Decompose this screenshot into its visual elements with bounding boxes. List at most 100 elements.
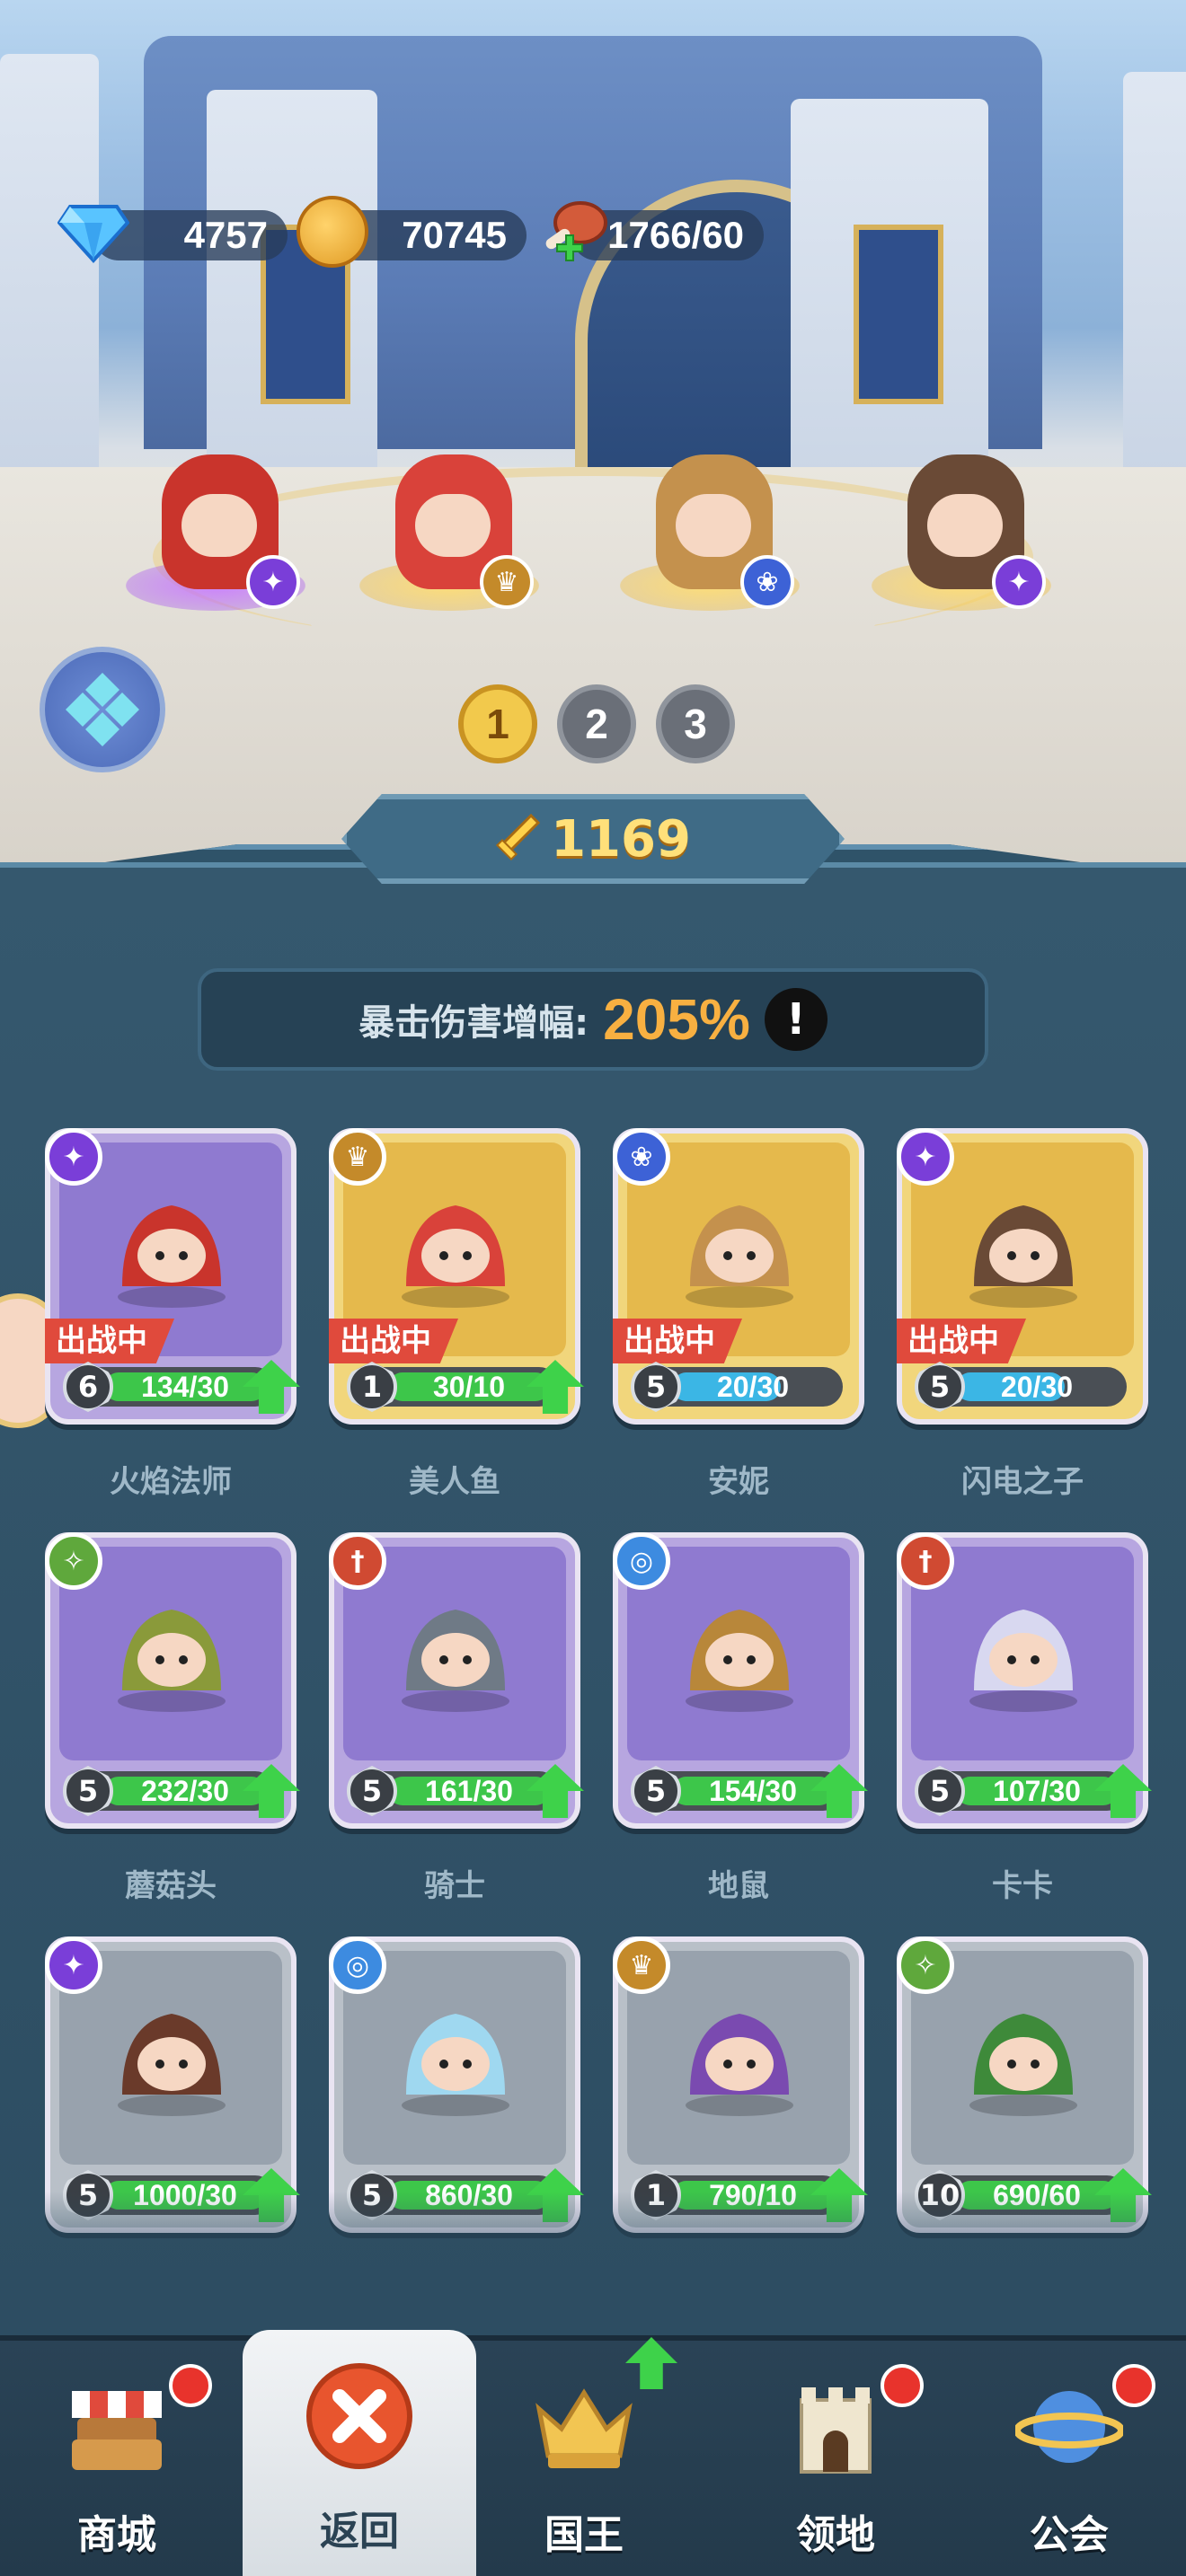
hero-portrait	[104, 1583, 239, 1717]
hero-card[interactable]: ✦51000/30	[45, 1936, 300, 2233]
magic-class-icon: ✦	[897, 1128, 954, 1186]
hero-card[interactable]: ✦ 出战中 6 134/30	[45, 1128, 300, 1425]
in-battle-tag: 出战中	[329, 1319, 458, 1363]
gem-counter[interactable]: 4757	[58, 205, 288, 263]
hero-portrait	[956, 1987, 1091, 2122]
nav-king[interactable]: 国王	[467, 2337, 701, 2576]
gold-counter[interactable]: 70745	[296, 196, 527, 268]
in-battle-tag: 出战中	[45, 1319, 174, 1363]
shard-progress-text: 154/30	[709, 1775, 797, 1807]
nav-label: 领地	[796, 2512, 875, 2558]
hero-level: 5	[63, 1766, 113, 1816]
hero-card[interactable]: ✧ 5 232/30	[45, 1532, 300, 1829]
planet-icon	[1015, 2391, 1123, 2463]
stat-label: 暴击伤害增幅:	[358, 1002, 589, 1044]
team-power-banner: 1169	[341, 794, 845, 884]
hero-name: 蘑菇头	[125, 1868, 217, 1904]
stamina-counter[interactable]: 1766/60	[535, 201, 764, 262]
nav-label: 国王	[544, 2512, 624, 2558]
support-class-icon: ♛	[613, 1936, 670, 1994]
nav-label: 公会	[1030, 2512, 1109, 2558]
hero-name: 卡卡	[992, 1868, 1053, 1904]
hero-portrait	[388, 1583, 523, 1717]
support-class-icon: ♛	[480, 555, 534, 609]
hero-face	[181, 494, 257, 557]
hero-name: 地鼠	[708, 1868, 769, 1904]
bottom-navigation: 商城 返回 国王 领地 公会	[0, 2330, 1186, 2576]
hero-card[interactable]: ♛ 出战中 1 30/10	[329, 1128, 584, 1425]
hero-card[interactable]: † 5 161/30	[329, 1532, 584, 1829]
hero-card[interactable]: ✦ 出战中 5 20/30	[897, 1128, 1148, 1425]
hero-portrait	[956, 1178, 1091, 1313]
hero-portrait	[672, 1583, 807, 1717]
close-icon	[306, 2363, 412, 2469]
hero-card[interactable]: † 5 107/30	[897, 1532, 1152, 1829]
hero-level: 5	[631, 1362, 681, 1412]
warrior-class-icon: †	[329, 1532, 386, 1590]
nav-back[interactable]: 返回	[243, 2330, 476, 2576]
team-tab-1[interactable]: 1	[458, 684, 537, 763]
hero-card[interactable]: ❀ 出战中 5 20/30	[613, 1128, 864, 1425]
hero-name: 闪电之子	[961, 1464, 1084, 1500]
hero-name: 骑士	[424, 1868, 485, 1904]
hero-name: 火焰法师	[110, 1464, 232, 1500]
nav-territory[interactable]: 领地	[719, 2341, 952, 2576]
shop-icon	[72, 2391, 162, 2470]
lineup-slot-1[interactable]: ✦	[126, 395, 305, 611]
magic-class-icon: ✦	[45, 1128, 102, 1186]
team-tab-2[interactable]: 2	[557, 684, 636, 763]
nav-guild[interactable]: 公会	[952, 2341, 1186, 2576]
lineup-slot-4[interactable]: ✦	[872, 395, 1051, 611]
team-tab-3[interactable]: 3	[656, 684, 735, 763]
paw-class-icon: ❀	[613, 1128, 670, 1186]
sword-icon	[496, 814, 541, 861]
formation-icon	[66, 673, 139, 746]
ranger-class-icon: ✧	[897, 1936, 954, 1994]
hero-level: 1	[347, 1362, 397, 1412]
hero-card[interactable]: ♛1790/10	[613, 1936, 868, 2233]
lineup-slot-3[interactable]: ❀	[620, 395, 800, 611]
hero-level: 5	[631, 1766, 681, 1816]
hero-face	[415, 494, 491, 557]
nav-label: 商城	[77, 2512, 156, 2558]
shard-progress-text: 20/30	[716, 1371, 790, 1403]
ranger-class-icon: ✧	[45, 1532, 102, 1590]
hero-portrait	[388, 1178, 523, 1313]
notification-dot	[169, 2364, 212, 2407]
lineup-slot-2[interactable]: ♛	[359, 395, 539, 611]
hero-card[interactable]: ◎ 5 154/30	[613, 1532, 868, 1829]
list-fade-overlay	[0, 2192, 1186, 2335]
gold-coin-icon	[296, 196, 368, 268]
shard-progress-bar: 5 20/30	[915, 1362, 1127, 1412]
formation-button[interactable]	[40, 647, 165, 772]
shard-progress-bar: 5 20/30	[631, 1362, 843, 1412]
stat-bonus-box: 暴击伤害增幅: 205% !	[198, 968, 988, 1071]
hero-card[interactable]: ✧10690/60	[897, 1936, 1152, 2233]
magic-class-icon: ✦	[992, 555, 1046, 609]
nav-shop[interactable]: 商城	[0, 2341, 234, 2576]
crown-icon	[535, 2388, 633, 2468]
hero-card[interactable]: ◎5860/30	[329, 1936, 584, 2233]
hero-name: 美人鱼	[409, 1464, 500, 1500]
meat-icon	[545, 201, 607, 261]
support-class-icon: ♛	[329, 1128, 386, 1186]
info-icon[interactable]: !	[764, 988, 828, 1051]
castle-tower	[0, 54, 99, 521]
hero-portrait	[104, 1178, 239, 1313]
castle-banner	[854, 225, 943, 404]
shard-progress-text: 30/10	[432, 1371, 506, 1403]
warrior-class-icon: †	[897, 1532, 954, 1590]
swirl-class-icon: ◎	[329, 1936, 386, 1994]
diamond-icon	[58, 205, 129, 263]
in-battle-tag: 出战中	[613, 1319, 742, 1363]
paw-class-icon: ❀	[740, 555, 794, 609]
notification-dot	[881, 2364, 924, 2407]
nav-label: 返回	[320, 2509, 399, 2554]
hero-portrait	[388, 1987, 523, 2122]
hero-portrait	[672, 1987, 807, 2122]
hero-level: 5	[347, 1766, 397, 1816]
hero-face	[676, 494, 751, 557]
hero-level: 5	[915, 1766, 965, 1816]
team-power-value: 1169	[551, 809, 691, 869]
swirl-class-icon: ◎	[613, 1532, 670, 1590]
